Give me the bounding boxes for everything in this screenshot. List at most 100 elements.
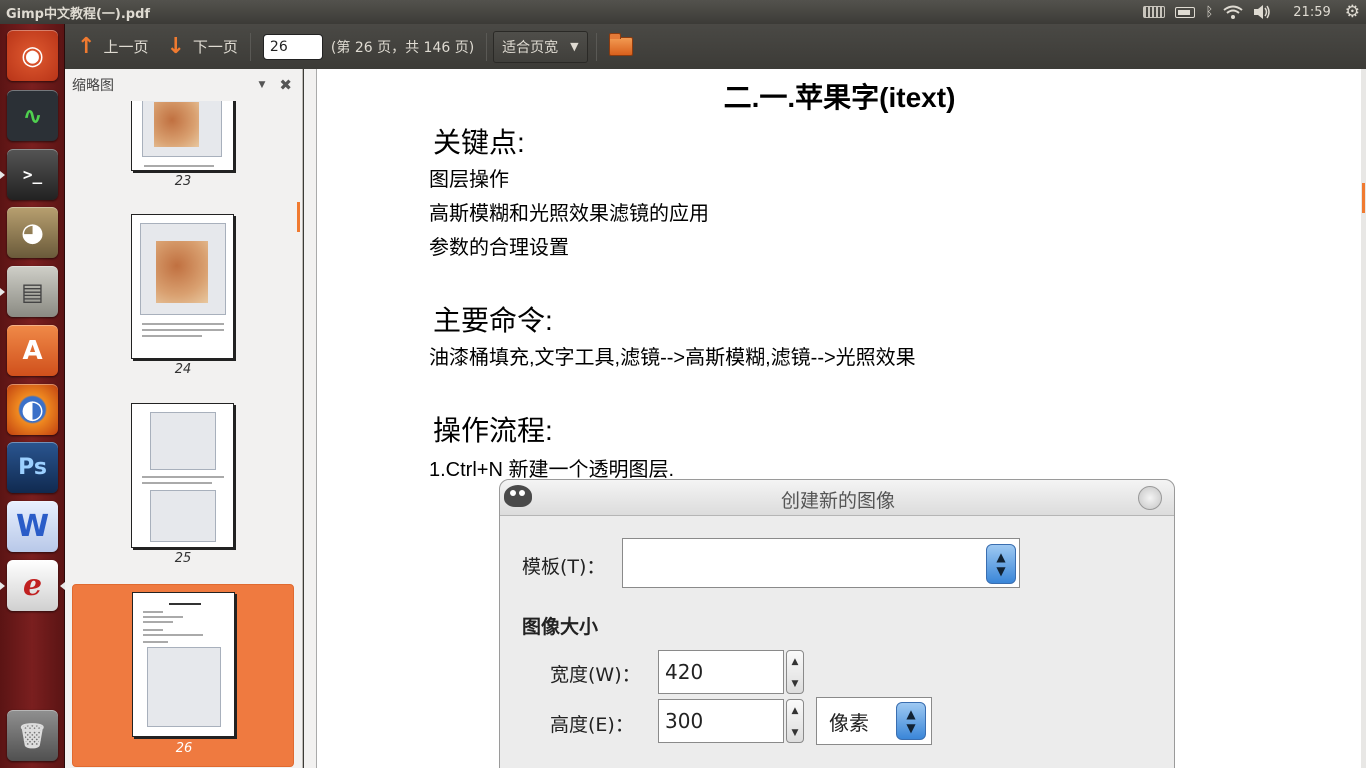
thumbnail-page-23[interactable]: 23 bbox=[72, 101, 294, 191]
chevron-down-icon: ▼ bbox=[570, 40, 579, 53]
firefox-glyph: ◐ bbox=[21, 394, 44, 425]
section-heading-commands: 主要命令: bbox=[433, 305, 553, 336]
system-monitor-icon[interactable]: ∿ bbox=[7, 90, 58, 141]
page-number-input[interactable] bbox=[262, 33, 323, 60]
thumbnail-figure bbox=[147, 647, 221, 727]
section-heading-workflow: 操作流程: bbox=[433, 415, 553, 446]
toolbar-separator bbox=[595, 32, 597, 61]
window-title: Gimp中文教程(一).pdf bbox=[6, 7, 151, 22]
page-thumbnail-image bbox=[131, 214, 234, 359]
wps-writer-icon[interactable]: W bbox=[7, 501, 58, 552]
software-center-icon[interactable]: A bbox=[7, 325, 58, 376]
launcher: ◉ ∿ >_ ◕ ▤ A ◐ Ps W ℯ 🗑 bbox=[0, 24, 65, 768]
thumbnail-text-line bbox=[142, 329, 224, 331]
section-heading-key-points: 关键点: bbox=[433, 127, 525, 158]
thumbnail-text-line bbox=[142, 335, 202, 337]
thumbnail-art bbox=[156, 241, 208, 303]
thumbnail-text-line bbox=[142, 482, 212, 484]
thumbnail-page-24[interactable]: 24 bbox=[72, 210, 294, 380]
files-glyph: ▤ bbox=[21, 277, 44, 306]
embedded-dialog-image: 创建新的图像 模板(T)： ▲ ▼ 图像大小 宽度(W)： 420 ▲ ▼ 高度(E… bbox=[499, 479, 1175, 768]
previous-page-label: 上一页 bbox=[103, 38, 149, 56]
session-gear-icon[interactable]: ⚙ bbox=[1345, 2, 1360, 22]
trash-icon[interactable]: 🗑 bbox=[7, 710, 58, 761]
zoom-value: 适合页宽 bbox=[502, 39, 559, 56]
template-field bbox=[622, 538, 1020, 588]
unit-combo-icon: ▲ ▼ bbox=[896, 702, 926, 740]
sidebar-dropdown-icon[interactable]: ▼ bbox=[259, 80, 266, 90]
network-indicator[interactable] bbox=[1223, 5, 1243, 19]
terminal-glyph: >_ bbox=[22, 165, 43, 184]
thumbnail-text-line bbox=[142, 476, 224, 478]
open-folder-icon[interactable] bbox=[608, 33, 633, 56]
commands-text: 油漆桶填充,文字工具,滤镜-->高斯模糊,滤镜-->光照效果 bbox=[429, 347, 916, 369]
wifi-icon bbox=[1223, 5, 1243, 19]
volume-indicator[interactable] bbox=[1253, 5, 1271, 19]
wps-glyph: W bbox=[15, 509, 50, 544]
template-combo-icon: ▲ ▼ bbox=[986, 544, 1016, 584]
sidebar-scrollbar[interactable] bbox=[297, 202, 300, 232]
monitor-glyph: ∿ bbox=[22, 101, 43, 130]
scroll-position-marker[interactable] bbox=[1362, 183, 1365, 213]
software-glyph: A bbox=[22, 335, 43, 366]
gimp-icon[interactable]: ◕ bbox=[7, 207, 58, 258]
indicator-area: ᛒ 21:59 ⚙ bbox=[1133, 0, 1366, 24]
viewer-toolbar: ↑ 上一页 ↓ 下一页 (第 26 页，共 146 页) 适合页宽 ▼ bbox=[65, 24, 1366, 69]
dialog-titlebar: 创建新的图像 bbox=[500, 480, 1174, 516]
key-point-item: 参数的合理设置 bbox=[429, 237, 569, 259]
files-icon[interactable]: ▤ bbox=[7, 266, 58, 317]
sidebar-title[interactable]: 缩略图 bbox=[72, 75, 114, 95]
thumbnail-text-line bbox=[169, 603, 201, 605]
toolbar-separator bbox=[486, 32, 488, 61]
width-spinner-icon: ▲ ▼ bbox=[786, 650, 804, 694]
clock[interactable]: 21:59 bbox=[1293, 5, 1330, 20]
pdf-glyph: ℯ bbox=[22, 568, 43, 603]
dash-glyph: ◉ bbox=[21, 40, 44, 71]
keyboard-indicator[interactable] bbox=[1143, 6, 1166, 18]
thumbnail-text-line bbox=[143, 611, 163, 613]
firefox-icon[interactable]: ◐ bbox=[7, 384, 58, 435]
thumbnail-sidebar: 缩略图 ▼ ✖ 23 24 25 26 bbox=[65, 69, 303, 768]
thumbnail-figure bbox=[150, 490, 216, 542]
bluetooth-indicator[interactable]: ᛒ bbox=[1205, 5, 1213, 20]
terminal-icon[interactable]: >_ bbox=[7, 149, 58, 200]
next-page-button[interactable]: ↓ 下一页 bbox=[166, 35, 238, 58]
previous-page-button[interactable]: ↑ 上一页 bbox=[77, 33, 149, 59]
running-indicator bbox=[0, 171, 5, 179]
thumbnail-page-25[interactable]: 25 bbox=[72, 399, 294, 569]
thumbnail-page-26[interactable]: 26 bbox=[72, 584, 294, 767]
width-label: 宽度(W)： bbox=[550, 664, 641, 686]
battery-icon bbox=[1175, 6, 1196, 18]
photoshop-icon[interactable]: Ps bbox=[7, 442, 58, 493]
page-thumbnail-image bbox=[131, 403, 234, 548]
pdf-viewer-icon[interactable]: ℯ bbox=[7, 560, 58, 611]
thumbnail-number: 26 bbox=[175, 741, 193, 756]
key-point-item: 图层操作 bbox=[429, 169, 509, 191]
battery-indicator[interactable] bbox=[1175, 6, 1196, 18]
next-page-label: 下一页 bbox=[192, 38, 238, 56]
running-indicator bbox=[0, 582, 5, 590]
keyboard-icon bbox=[1143, 6, 1166, 18]
height-field: 300 bbox=[658, 699, 784, 743]
dialog-close-icon bbox=[1138, 486, 1162, 510]
pdf-page: 二.一.苹果字(itext) 关键点: 图层操作 高斯模糊和光照效果滤镜的应用 … bbox=[316, 69, 1361, 768]
zoom-select[interactable]: 适合页宽 ▼ bbox=[493, 30, 588, 63]
width-field: 420 bbox=[658, 650, 784, 694]
template-label: 模板(T)： bbox=[522, 556, 606, 578]
top-panel: Gimp中文教程(一).pdf ᛒ 21:59 ⚙ bbox=[0, 0, 1366, 24]
document-scrollbar[interactable] bbox=[1361, 69, 1366, 768]
page-thumbnail-image bbox=[131, 101, 234, 171]
thumbnail-text-line bbox=[143, 641, 168, 643]
height-spinner-icon: ▲ ▼ bbox=[786, 699, 804, 743]
arrow-up-icon: ↑ bbox=[77, 33, 96, 59]
thumbnail-text-line bbox=[143, 621, 173, 623]
ubuntu-dash-icon[interactable]: ◉ bbox=[7, 30, 58, 81]
close-icon[interactable]: ✖ bbox=[279, 76, 292, 94]
document-view[interactable]: 二.一.苹果字(itext) 关键点: 图层操作 高斯模糊和光照效果滤镜的应用 … bbox=[304, 69, 1366, 768]
page-thumbnail-image bbox=[132, 592, 235, 737]
trash-glyph: 🗑 bbox=[17, 721, 48, 750]
photoshop-glyph: Ps bbox=[18, 455, 47, 480]
thumbnail-text-line bbox=[144, 165, 214, 167]
volume-icon bbox=[1254, 5, 1271, 19]
dialog-title: 创建新的图像 bbox=[780, 490, 895, 512]
